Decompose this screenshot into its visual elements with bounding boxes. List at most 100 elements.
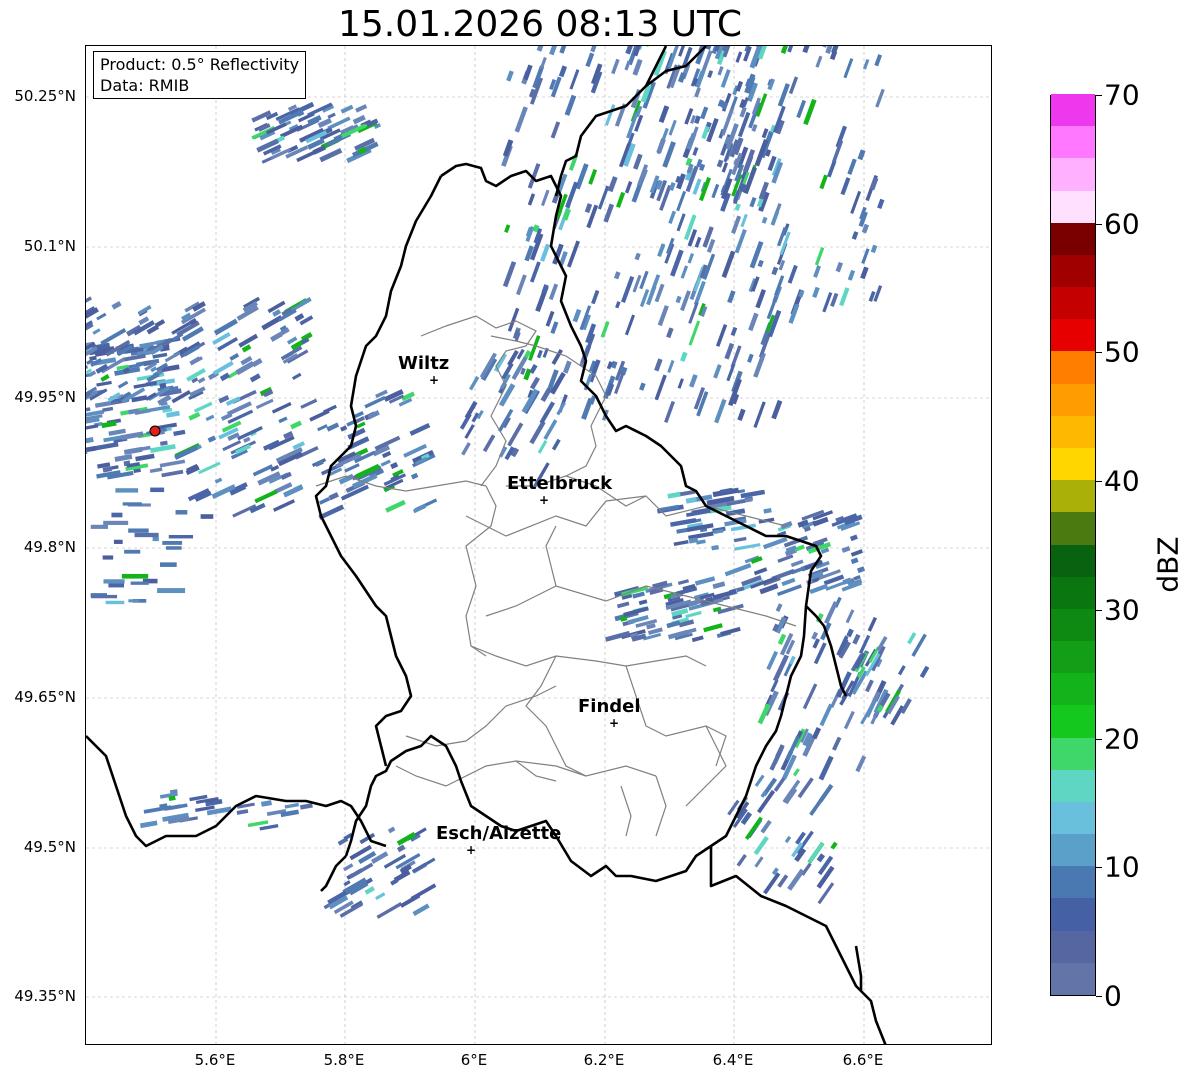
radar-echo-cell	[270, 331, 283, 342]
radar-echo-cell	[771, 266, 779, 276]
radar-echo-cell	[497, 408, 514, 433]
radar-echo-cell	[689, 374, 698, 388]
radar-echo-cell	[667, 46, 680, 69]
colorbar-tick-label: 50	[1104, 335, 1140, 369]
radar-echo-cell	[687, 253, 694, 264]
radar-echo-cell	[763, 872, 781, 895]
radar-echo-cell	[364, 886, 375, 895]
radar-echo-cell	[664, 400, 675, 423]
radar-echo-cell	[86, 445, 97, 454]
radar-echo-cell	[409, 422, 431, 436]
colorbar-segment	[1051, 479, 1095, 513]
radar-echo-cell	[846, 628, 854, 638]
radar-echo-cell	[588, 168, 598, 185]
colorbar-tick-mark	[1096, 481, 1102, 483]
radar-echo-cell	[688, 320, 701, 346]
radar-echo-cell	[410, 472, 419, 480]
colorbar-segment	[1051, 833, 1095, 867]
radar-echo-cell	[278, 416, 288, 424]
radar-echo-cell	[827, 159, 837, 178]
radar-echo-cell	[849, 534, 858, 542]
radar-echo-cell	[376, 902, 403, 919]
radar-echo-cell	[633, 153, 643, 170]
radar-echo-cell	[590, 46, 601, 53]
radar-echo-cell	[737, 408, 746, 421]
colorbar-segment	[1051, 415, 1095, 448]
radar-echo-cell	[543, 419, 558, 440]
radar-echo-cell	[680, 290, 691, 312]
radar-echo-cell	[852, 633, 861, 645]
radar-echo-cell	[790, 559, 804, 568]
radar-echo-cell	[86, 437, 94, 447]
radar-echo-cell	[514, 106, 528, 133]
canton-borders	[315, 315, 797, 837]
radar-echo-cell	[166, 546, 182, 550]
radar-echo-cell	[299, 297, 312, 307]
radar-echo-cell	[668, 119, 677, 136]
radar-echo-cell	[385, 499, 406, 513]
radar-echo-cell	[721, 162, 729, 173]
radar-echo-cell	[730, 326, 738, 337]
radar-echo-cell	[219, 372, 230, 382]
radar-echo-cell	[777, 584, 802, 597]
product-info-box: Product: 0.5° Reflectivity Data: RMIB	[93, 51, 307, 99]
radar-echo-cell	[851, 231, 859, 240]
radar-echo-cell	[736, 854, 747, 867]
radar-echo-cell	[694, 236, 702, 248]
radar-echo-cell	[662, 141, 676, 168]
radar-echo-cell	[343, 863, 354, 872]
radar-echo-cell	[523, 64, 533, 81]
radar-echo-cell	[559, 46, 573, 54]
radar-echo-cell	[632, 58, 643, 76]
radar-echo-cell	[92, 328, 101, 335]
radar-echo-cell	[897, 665, 906, 676]
radar-echo-cell	[482, 434, 496, 453]
radar-echo-cell	[108, 583, 124, 588]
colorbar-segment	[1051, 190, 1095, 223]
lat-tick: 50.25°N	[14, 87, 76, 105]
lon-tick: 6.4°E	[712, 1051, 754, 1069]
radar-echo-cell	[740, 213, 748, 228]
colorbar-segment	[1051, 350, 1095, 384]
radar-echo-cell	[380, 459, 391, 467]
radar-echo-cell	[757, 259, 764, 268]
radar-echo-cell	[645, 46, 655, 47]
radar-echo-cell	[326, 422, 340, 432]
radar-echo-cell	[162, 540, 183, 545]
radar-map[interactable]: Wiltz + Ettelbruck + Findel + Esch/Alzet…	[85, 45, 992, 1045]
radar-site-dot-icon[interactable]	[149, 425, 161, 437]
radar-echo-cell	[772, 654, 789, 682]
radar-echo-cell	[780, 46, 789, 54]
colorbar	[1050, 93, 1096, 996]
radar-echo-cell	[850, 557, 859, 565]
radar-echo-cell	[102, 555, 114, 560]
radar-echo-cell	[802, 46, 815, 54]
radar-echo-cell	[272, 499, 296, 512]
radar-echo-cell	[585, 52, 595, 68]
radar-echo-cell	[290, 420, 302, 430]
radar-echo-cell	[540, 388, 552, 403]
radar-echo-cell	[515, 274, 527, 296]
radar-echo-cell	[666, 327, 674, 339]
radar-echo-cell	[755, 289, 766, 309]
radar-echo-cell	[792, 768, 800, 777]
colorbar-tick-mark	[1096, 867, 1102, 869]
radar-echo-cell	[157, 588, 186, 594]
radar-echo-cell	[504, 224, 511, 233]
radar-echo-cell	[115, 488, 139, 493]
radar-echo-cell	[550, 321, 559, 335]
radar-echo-cell	[716, 159, 724, 168]
radar-echo-cell	[734, 203, 741, 211]
radar-echo-cell	[777, 554, 794, 563]
radar-echo-cell	[841, 546, 851, 553]
radar-echo-cell	[121, 573, 149, 579]
radar-echo-cell	[566, 240, 580, 268]
radar-echo-cell	[861, 248, 870, 265]
radar-echo-cell	[527, 193, 536, 206]
radar-echo-cell	[717, 66, 724, 76]
radar-echo-cell	[680, 351, 688, 362]
radar-echo-cell	[90, 594, 118, 599]
lon-tick: 5.8°E	[323, 1051, 365, 1069]
radar-echo-cell	[658, 105, 670, 124]
colorbar-segment	[1051, 865, 1095, 899]
